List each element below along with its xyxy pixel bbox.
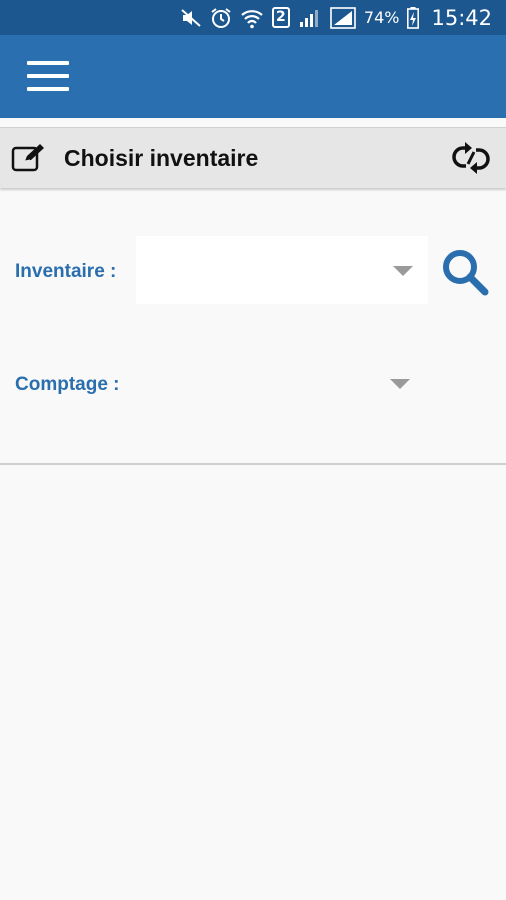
- inventaire-select[interactable]: [136, 236, 428, 304]
- chevron-down-icon: [390, 379, 410, 389]
- chevron-down-icon: [393, 266, 413, 276]
- battery-charging-icon: [407, 6, 420, 29]
- status-bar: 2 74% 15:42: [0, 0, 506, 35]
- hamburger-menu-icon[interactable]: [27, 59, 69, 93]
- wifi-icon: [240, 7, 264, 29]
- battery-percent: 74%: [363, 8, 400, 27]
- mute-icon: [180, 8, 202, 28]
- inventaire-label: Inventaire :: [15, 261, 117, 282]
- app-bar: [0, 35, 506, 118]
- signal-icon: [298, 8, 322, 28]
- edit-icon: [11, 144, 47, 177]
- signal-icon: [330, 6, 356, 29]
- divider: [0, 463, 506, 465]
- sim-icon: 2: [271, 7, 290, 28]
- comptage-select[interactable]: [144, 350, 422, 416]
- page-title: Choisir inventaire: [64, 145, 259, 171]
- alarm-icon: [210, 7, 232, 29]
- comptage-label: Comptage :: [15, 374, 120, 395]
- search-icon[interactable]: [440, 247, 490, 302]
- sync-icon[interactable]: [451, 142, 491, 179]
- section-header: Choisir inventaire: [0, 127, 506, 188]
- status-clock: 15:42: [431, 5, 492, 30]
